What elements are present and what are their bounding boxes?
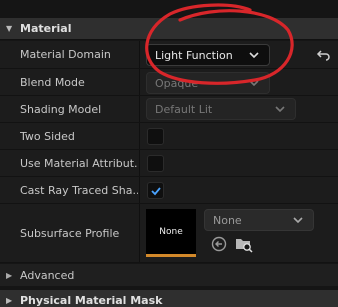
- shading-model-row: Shading Model Default Lit: [0, 96, 338, 123]
- material-domain-label: Material Domain: [20, 48, 111, 61]
- row-divider: [139, 177, 140, 203]
- use-material-attributes-label: Use Material Attribut...: [20, 156, 138, 170]
- subsurface-profile-row: Subsurface Profile None None: [0, 204, 338, 263]
- shading-model-dropdown[interactable]: Default Lit: [146, 98, 296, 120]
- row-divider: [139, 41, 140, 68]
- material-domain-value: Light Function: [155, 48, 233, 62]
- reset-arrow-icon[interactable]: [316, 47, 332, 63]
- cast-ray-traced-shadows-label: Cast Ray Traced Sha...: [20, 183, 138, 197]
- chevron-down-icon: [249, 80, 259, 87]
- row-divider: [139, 69, 140, 95]
- chevron-down-icon: [293, 217, 303, 224]
- blend-mode-label: Blend Mode: [20, 75, 85, 89]
- advanced-label: Advanced: [20, 268, 75, 282]
- subsurface-profile-thumbnail[interactable]: None: [146, 209, 196, 257]
- collapsed-arrow-icon: ▶: [6, 270, 13, 280]
- blend-mode-dropdown[interactable]: Opaque: [146, 72, 270, 94]
- browse-folder-icon[interactable]: [235, 235, 253, 253]
- chevron-down-icon: [275, 106, 285, 113]
- two-sided-row: Two Sided: [0, 123, 338, 150]
- advanced-section-header[interactable]: ▶ Advanced: [0, 264, 338, 286]
- section-title: Material: [20, 22, 72, 35]
- material-section-header[interactable]: ▼ Material: [0, 18, 338, 40]
- shading-model-value: Default Lit: [155, 102, 213, 116]
- chevron-down-icon: [249, 52, 259, 59]
- shading-model-label: Shading Model: [20, 102, 102, 116]
- use-material-attributes-checkbox[interactable]: [147, 155, 164, 172]
- cast-ray-traced-shadows-row: Cast Ray Traced Sha...: [0, 177, 338, 204]
- row-divider: [139, 96, 140, 122]
- checkmark-icon: [151, 187, 161, 196]
- row-divider: [139, 204, 140, 262]
- subsurface-profile-label: Subsurface Profile: [20, 226, 120, 240]
- physical-material-mask-header[interactable]: ▶ Physical Material Mask: [0, 290, 338, 307]
- row-divider: [139, 123, 140, 149]
- two-sided-checkbox[interactable]: [147, 128, 164, 145]
- two-sided-label: Two Sided: [20, 129, 75, 143]
- cast-ray-traced-shadows-checkbox[interactable]: [147, 182, 164, 199]
- expanded-arrow-icon: ▼: [6, 24, 13, 33]
- subsurface-profile-value: None: [213, 213, 242, 227]
- thumbnail-label: None: [159, 226, 183, 237]
- use-material-attributes-row: Use Material Attribut...: [0, 150, 338, 177]
- use-selected-arrow-icon[interactable]: [210, 235, 228, 253]
- row-divider: [139, 150, 140, 176]
- material-domain-row: Material Domain Light Function: [0, 41, 338, 69]
- collapsed-arrow-icon: ▶: [6, 296, 13, 305]
- material-domain-dropdown[interactable]: Light Function: [146, 44, 270, 66]
- subsurface-profile-dropdown[interactable]: None: [204, 209, 314, 231]
- blend-mode-row: Blend Mode Opaque: [0, 69, 338, 96]
- physical-material-mask-label: Physical Material Mask: [20, 294, 163, 307]
- blend-mode-value: Opaque: [155, 76, 199, 90]
